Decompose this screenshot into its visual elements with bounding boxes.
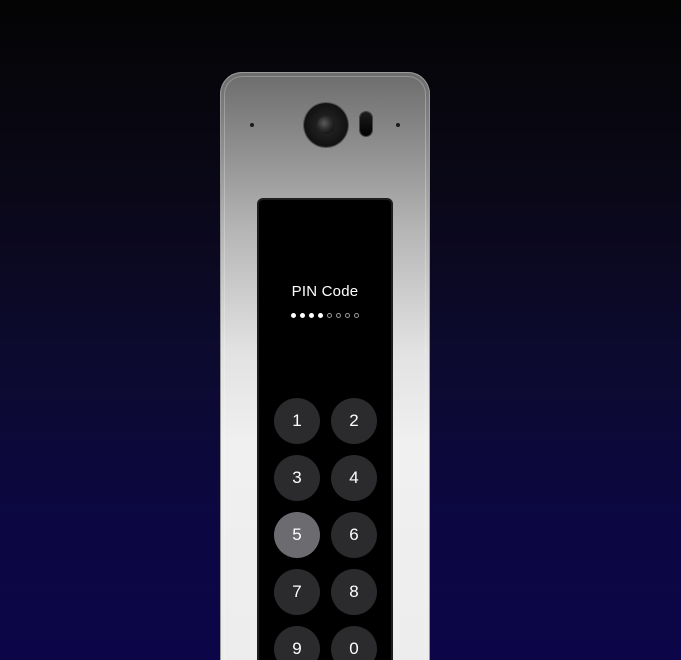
key-8[interactable]: 8	[331, 569, 377, 615]
pin-screen: PIN Code 1 2 3 4 5 6 7 8 9 0	[259, 200, 391, 660]
ir-sensor-icon	[360, 112, 372, 136]
pin-indicator	[259, 313, 391, 318]
left-sensor-dot	[250, 123, 254, 127]
pin-dot-empty	[336, 313, 341, 318]
key-5[interactable]: 5	[274, 512, 320, 558]
camera-lens	[317, 116, 335, 134]
pin-dot-empty	[327, 313, 332, 318]
pin-dot-empty	[354, 313, 359, 318]
camera-icon	[304, 103, 348, 147]
intercom-device: PIN Code 1 2 3 4 5 6 7 8 9 0	[220, 72, 430, 660]
key-2[interactable]: 2	[331, 398, 377, 444]
pin-dot-filled	[300, 313, 305, 318]
keypad: 1 2 3 4 5 6 7 8 9 0	[274, 398, 378, 660]
right-sensor-dot	[396, 123, 400, 127]
pin-title: PIN Code	[291, 283, 359, 300]
pin-dot-filled	[318, 313, 323, 318]
key-7[interactable]: 7	[274, 569, 320, 615]
key-9[interactable]: 9	[274, 626, 320, 660]
pin-dot-filled	[309, 313, 314, 318]
pin-dot-filled	[291, 313, 296, 318]
key-0[interactable]: 0	[331, 626, 377, 660]
key-3[interactable]: 3	[274, 455, 320, 501]
key-6[interactable]: 6	[331, 512, 377, 558]
key-1[interactable]: 1	[274, 398, 320, 444]
pin-dot-empty	[345, 313, 350, 318]
key-4[interactable]: 4	[331, 455, 377, 501]
